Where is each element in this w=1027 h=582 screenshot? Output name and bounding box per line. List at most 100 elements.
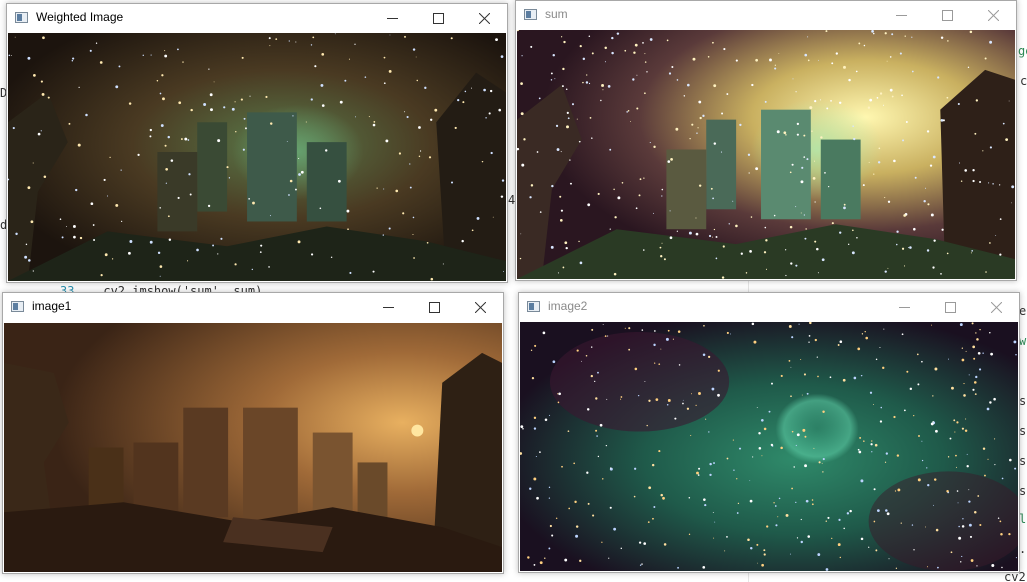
star bbox=[182, 61, 184, 63]
close-button[interactable] bbox=[973, 293, 1019, 322]
star bbox=[90, 202, 94, 206]
star bbox=[686, 407, 690, 410]
star bbox=[412, 233, 414, 235]
title-bar[interactable]: Weighted Image bbox=[7, 4, 507, 33]
maximize-button[interactable] bbox=[411, 293, 457, 322]
title-bar[interactable]: image2 bbox=[519, 293, 1019, 322]
star bbox=[949, 437, 952, 440]
window-sum[interactable]: sum bbox=[515, 0, 1017, 281]
star bbox=[956, 490, 959, 492]
star bbox=[654, 362, 656, 364]
star bbox=[795, 501, 797, 504]
maximize-button[interactable] bbox=[927, 293, 973, 322]
star bbox=[843, 206, 846, 210]
star bbox=[932, 155, 936, 159]
star bbox=[771, 382, 773, 385]
star bbox=[530, 45, 533, 48]
window-image1[interactable]: image1 bbox=[2, 292, 504, 574]
star bbox=[25, 243, 28, 246]
star bbox=[975, 375, 978, 379]
star bbox=[862, 184, 865, 187]
minimize-icon bbox=[895, 15, 907, 16]
star bbox=[621, 181, 624, 184]
star bbox=[695, 217, 697, 219]
close-button[interactable] bbox=[457, 293, 503, 322]
star bbox=[961, 427, 965, 430]
star bbox=[837, 344, 840, 346]
close-button[interactable] bbox=[970, 1, 1016, 30]
window-weighted-image[interactable]: Weighted Image bbox=[6, 3, 508, 283]
star bbox=[14, 36, 16, 38]
star bbox=[687, 83, 690, 87]
star bbox=[758, 447, 762, 450]
star bbox=[712, 41, 714, 44]
star bbox=[564, 241, 568, 245]
star bbox=[768, 410, 771, 413]
maximize-icon bbox=[432, 13, 444, 24]
star bbox=[805, 499, 809, 503]
star bbox=[413, 257, 415, 259]
star bbox=[310, 44, 313, 46]
star bbox=[827, 516, 830, 519]
title-bar[interactable]: image1 bbox=[3, 293, 503, 322]
star bbox=[709, 462, 712, 466]
star bbox=[720, 151, 723, 153]
minimize-button[interactable] bbox=[878, 1, 924, 30]
star bbox=[565, 246, 568, 250]
close-button[interactable] bbox=[461, 4, 507, 33]
star bbox=[177, 196, 180, 200]
star bbox=[756, 543, 759, 546]
maximize-button[interactable] bbox=[924, 1, 970, 30]
star bbox=[579, 559, 582, 563]
minimize-button[interactable] bbox=[365, 293, 411, 322]
star bbox=[806, 158, 809, 161]
star bbox=[180, 138, 183, 141]
star bbox=[887, 267, 889, 269]
star bbox=[691, 393, 692, 395]
star bbox=[389, 34, 391, 36]
star bbox=[976, 338, 979, 341]
window-image2[interactable]: image2 bbox=[518, 292, 1020, 573]
star bbox=[559, 219, 563, 222]
star bbox=[847, 243, 850, 246]
close-icon bbox=[987, 10, 999, 21]
star bbox=[208, 68, 210, 70]
star bbox=[556, 148, 560, 151]
star bbox=[663, 543, 667, 546]
star bbox=[576, 349, 579, 352]
star bbox=[695, 232, 699, 236]
title-bar[interactable]: sum bbox=[516, 1, 1016, 30]
star bbox=[300, 170, 304, 174]
star bbox=[569, 182, 572, 185]
star bbox=[895, 243, 898, 246]
star bbox=[346, 209, 350, 213]
star bbox=[231, 107, 235, 111]
minimize-icon bbox=[382, 307, 394, 308]
star bbox=[966, 453, 968, 455]
star bbox=[586, 471, 589, 474]
window-title: image1 bbox=[32, 299, 72, 313]
star bbox=[642, 42, 644, 44]
star bbox=[41, 92, 45, 96]
star bbox=[165, 167, 168, 171]
star bbox=[901, 333, 904, 336]
star bbox=[703, 498, 706, 501]
star bbox=[223, 106, 226, 109]
star bbox=[40, 80, 43, 83]
star bbox=[292, 115, 294, 117]
maximize-button[interactable] bbox=[415, 4, 461, 33]
star bbox=[876, 509, 880, 513]
star bbox=[757, 562, 758, 564]
star bbox=[1011, 185, 1015, 189]
star bbox=[609, 228, 611, 230]
minimize-button[interactable] bbox=[369, 4, 415, 33]
star bbox=[75, 188, 78, 192]
star bbox=[89, 49, 92, 52]
star bbox=[857, 448, 860, 451]
star bbox=[839, 231, 842, 234]
star bbox=[967, 66, 970, 69]
minimize-button[interactable] bbox=[881, 293, 927, 322]
star bbox=[165, 182, 167, 184]
star bbox=[550, 72, 553, 75]
star bbox=[873, 404, 875, 405]
